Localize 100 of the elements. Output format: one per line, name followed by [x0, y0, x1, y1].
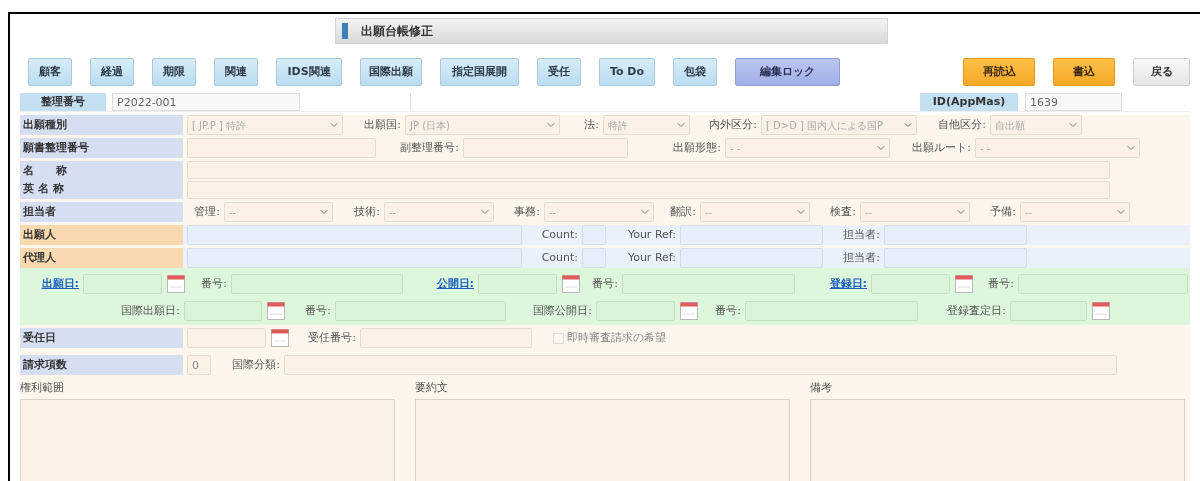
field-label: 番号: — [591, 275, 618, 292]
notes-field[interactable] — [810, 398, 1185, 481]
field-label: 番号: — [987, 275, 1014, 292]
field-label: 法: — [583, 116, 599, 133]
calendar-icon[interactable] — [167, 275, 185, 293]
toolbar-button[interactable]: 指定国展開 — [440, 58, 519, 86]
input-field[interactable] — [360, 328, 532, 348]
input-field[interactable] — [187, 138, 376, 158]
header-label: 整理番号 — [20, 93, 106, 111]
input-field[interactable] — [187, 181, 1110, 199]
field-label: 出願ルート: — [911, 139, 971, 156]
input-field[interactable]: 0 — [187, 355, 211, 375]
header-label: ID(AppMas) — [920, 93, 1018, 111]
field-label: 受任番号: — [307, 329, 356, 346]
toolbar-button[interactable]: 受任 — [537, 58, 581, 86]
field-label: 国際公開日: — [532, 302, 592, 319]
row-label: 代理人 — [23, 251, 57, 265]
field-label: 技術: — [353, 203, 380, 220]
input-field[interactable] — [463, 138, 628, 158]
date-field[interactable] — [184, 301, 262, 321]
calendar-icon[interactable] — [271, 329, 289, 347]
input-field[interactable] — [1018, 274, 1188, 294]
input-field[interactable]: P2022-001 — [112, 93, 300, 111]
field-label: Your Ref: — [626, 249, 676, 266]
row-label: 出願人 — [23, 228, 57, 242]
input-field[interactable] — [187, 161, 1110, 179]
input-field[interactable]: 1639 — [1025, 93, 1122, 111]
notes-field[interactable] — [415, 398, 790, 481]
date-field[interactable] — [83, 274, 162, 294]
calendar-icon[interactable] — [1092, 302, 1110, 320]
checkbox[interactable] — [553, 332, 564, 344]
toolbar-button[interactable]: IDS関連 — [276, 58, 342, 86]
field-label: 検査: — [829, 203, 856, 220]
field-label: 副整理番号: — [399, 139, 459, 156]
input-field[interactable] — [582, 225, 606, 245]
field-label: Count: — [540, 249, 578, 266]
notes-field[interactable] — [20, 398, 395, 481]
notes-label: 備考 — [810, 380, 833, 396]
row-label: 受任日 — [23, 331, 57, 345]
toolbar-button[interactable]: 戻る — [1133, 58, 1190, 86]
input-field[interactable] — [231, 274, 403, 294]
date-link[interactable]: 出願日: — [35, 275, 79, 293]
input-field[interactable] — [745, 301, 918, 321]
field-label: Your Ref: — [626, 226, 676, 243]
field-label: Count: — [540, 226, 578, 243]
input-field[interactable] — [680, 225, 823, 245]
input-field[interactable] — [335, 301, 506, 321]
input-field[interactable] — [187, 225, 522, 245]
calendar-icon[interactable] — [267, 302, 285, 320]
toolbar-button[interactable]: 再読込 — [963, 58, 1035, 86]
toolbar-button[interactable]: 関連 — [214, 58, 258, 86]
toolbar-button[interactable]: 経過 — [90, 58, 134, 86]
date-field[interactable] — [1010, 301, 1087, 321]
calendar-icon[interactable] — [562, 275, 580, 293]
toolbar-button[interactable]: 編集ロック — [735, 58, 840, 86]
date-field[interactable] — [478, 274, 557, 294]
row-label: 名 称 — [23, 164, 68, 178]
date-field[interactable] — [187, 328, 266, 348]
field-label: 翻訳: — [669, 203, 696, 220]
field-label: 国際出願日: — [120, 302, 180, 319]
checkbox-label: 即時審査請求の希望 — [567, 329, 666, 346]
toolbar-button[interactable]: 書込 — [1053, 58, 1115, 86]
input-field[interactable] — [884, 225, 1027, 245]
date-link[interactable]: 公開日: — [413, 275, 474, 293]
input-field[interactable] — [622, 274, 795, 294]
title-marker — [342, 23, 348, 39]
date-field[interactable] — [596, 301, 675, 321]
field-label: 事務: — [513, 203, 540, 220]
field-label: 出願国: — [363, 116, 401, 133]
page-title: 出願台帳修正 — [361, 23, 433, 40]
field-label: 国際分類: — [231, 356, 280, 373]
field-label: 自他区分: — [937, 116, 986, 133]
toolbar-button[interactable]: 期限 — [152, 58, 196, 86]
row-label: 請求項数 — [23, 358, 68, 372]
input-field[interactable] — [582, 248, 606, 268]
toolbar-button[interactable]: 国際出願 — [360, 58, 422, 86]
field-label: 担当者: — [842, 249, 880, 266]
input-field[interactable] — [884, 248, 1027, 268]
field-label: 出願形態: — [672, 139, 721, 156]
field-label: 管理: — [193, 203, 220, 220]
date-link[interactable]: 登録日: — [805, 275, 867, 293]
toolbar-button[interactable]: 顧客 — [28, 58, 72, 86]
field-label: 登録査定日: — [946, 302, 1006, 319]
notes-label: 権利範囲 — [20, 380, 65, 396]
calendar-icon[interactable] — [680, 302, 698, 320]
toolbar-button[interactable]: 包袋 — [673, 58, 717, 86]
field-label: 予備: — [989, 203, 1016, 220]
input-field[interactable] — [680, 248, 823, 268]
row-label: 出願種別 — [23, 118, 68, 132]
date-field[interactable] — [871, 274, 950, 294]
row-label: 英 名 称 — [23, 182, 65, 196]
field-label: 番号: — [714, 302, 741, 319]
calendar-icon[interactable] — [955, 275, 973, 293]
toolbar-button[interactable]: To Do — [599, 58, 655, 86]
field-label: 番号: — [304, 302, 331, 319]
notes-label: 要約文 — [415, 380, 449, 396]
field-label: 番号: — [200, 275, 227, 292]
input-field[interactable] — [284, 355, 1117, 375]
field-label: 内外区分: — [708, 116, 757, 133]
input-field[interactable] — [187, 248, 522, 268]
